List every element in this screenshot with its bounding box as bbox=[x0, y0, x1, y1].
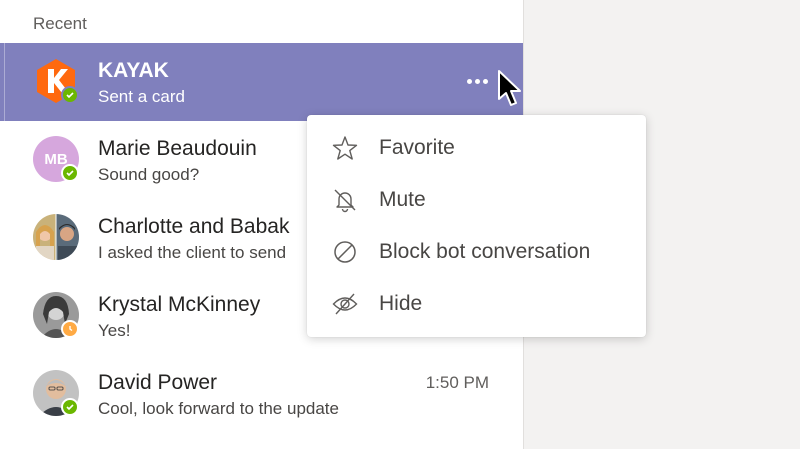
menu-item-label: Hide bbox=[379, 292, 423, 315]
menu-item-block-bot-conversation[interactable]: Block bot conversation bbox=[307, 226, 646, 278]
chat-name: Marie Beaudouin bbox=[98, 137, 257, 160]
away-status-icon bbox=[61, 320, 79, 338]
menu-item-label: Block bot conversation bbox=[379, 240, 591, 263]
available-status-icon bbox=[61, 164, 79, 182]
chat-time: 1:50 PM bbox=[425, 373, 489, 392]
more-options-button[interactable] bbox=[460, 69, 494, 93]
bell-slash-icon bbox=[332, 187, 358, 213]
chat-preview: I asked the client to send bbox=[98, 243, 287, 262]
available-status-icon bbox=[61, 86, 79, 104]
dot-icon bbox=[466, 78, 472, 84]
menu-item-hide[interactable]: Hide bbox=[307, 278, 646, 330]
star-icon bbox=[332, 135, 358, 161]
available-status-icon bbox=[61, 398, 79, 416]
dot-icon bbox=[482, 78, 488, 84]
chat-preview: Cool, look forward to the update bbox=[98, 399, 339, 418]
chat-name: Charlotte and Babak bbox=[98, 215, 290, 238]
chat-preview: Sent a card bbox=[98, 87, 185, 106]
menu-item-favorite[interactable]: Favorite bbox=[307, 122, 646, 174]
chat-preview: Yes! bbox=[98, 321, 131, 340]
context-menu: Favorite Mute Block bot conversation Hid… bbox=[307, 115, 646, 337]
menu-item-mute[interactable]: Mute bbox=[307, 174, 646, 226]
chat-name: KAYAK bbox=[98, 59, 169, 82]
block-icon bbox=[332, 239, 358, 265]
menu-item-label: Mute bbox=[379, 188, 426, 211]
section-title-recent: Recent bbox=[33, 14, 87, 33]
eye-slash-icon bbox=[332, 291, 358, 317]
dot-icon bbox=[474, 78, 480, 84]
chat-name: David Power bbox=[98, 371, 218, 394]
chat-name: Krystal McKinney bbox=[98, 293, 261, 316]
menu-item-label: Favorite bbox=[379, 136, 455, 159]
chat-item-david-power[interactable]: David Power Cool, look forward to the up… bbox=[0, 355, 523, 433]
mouse-cursor-icon bbox=[497, 69, 525, 118]
group-avatar bbox=[33, 214, 79, 260]
chat-item-kayak[interactable]: KAYAK Sent a card bbox=[0, 43, 523, 121]
chat-preview: Sound good? bbox=[98, 165, 200, 184]
